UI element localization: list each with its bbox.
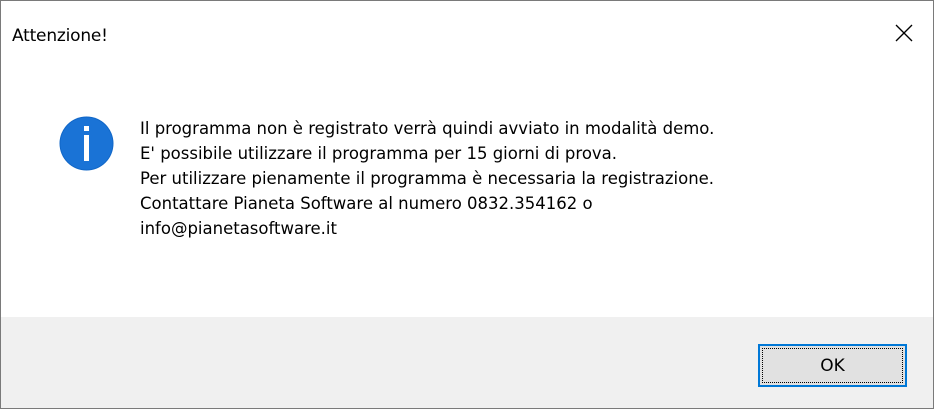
dialog-title: Attenzione! (12, 26, 108, 46)
message-line: info@pianetasoftware.it (140, 219, 337, 238)
message-line: Per utilizzare pienamente il programma è… (140, 169, 715, 188)
ok-button-label: OK (762, 348, 903, 383)
close-button[interactable] (875, 1, 933, 65)
message-line: Contattare Pianeta Software al numero 08… (140, 194, 593, 213)
message-line: Il programma non è registrato verrà quin… (140, 119, 715, 138)
dialog-content: Il programma non è registrato verrà quin… (1, 65, 933, 317)
close-icon (895, 24, 913, 42)
button-bar: OK (1, 317, 933, 408)
message-dialog: Attenzione! Il programma non è registrat… (0, 0, 934, 409)
message-line: E' possibile utilizzare il programma per… (140, 144, 618, 163)
message-text: Il programma non è registrato verrà quin… (140, 116, 714, 241)
title-bar[interactable]: Attenzione! (1, 1, 933, 65)
ok-button[interactable]: OK (758, 344, 907, 387)
info-icon (59, 116, 114, 171)
